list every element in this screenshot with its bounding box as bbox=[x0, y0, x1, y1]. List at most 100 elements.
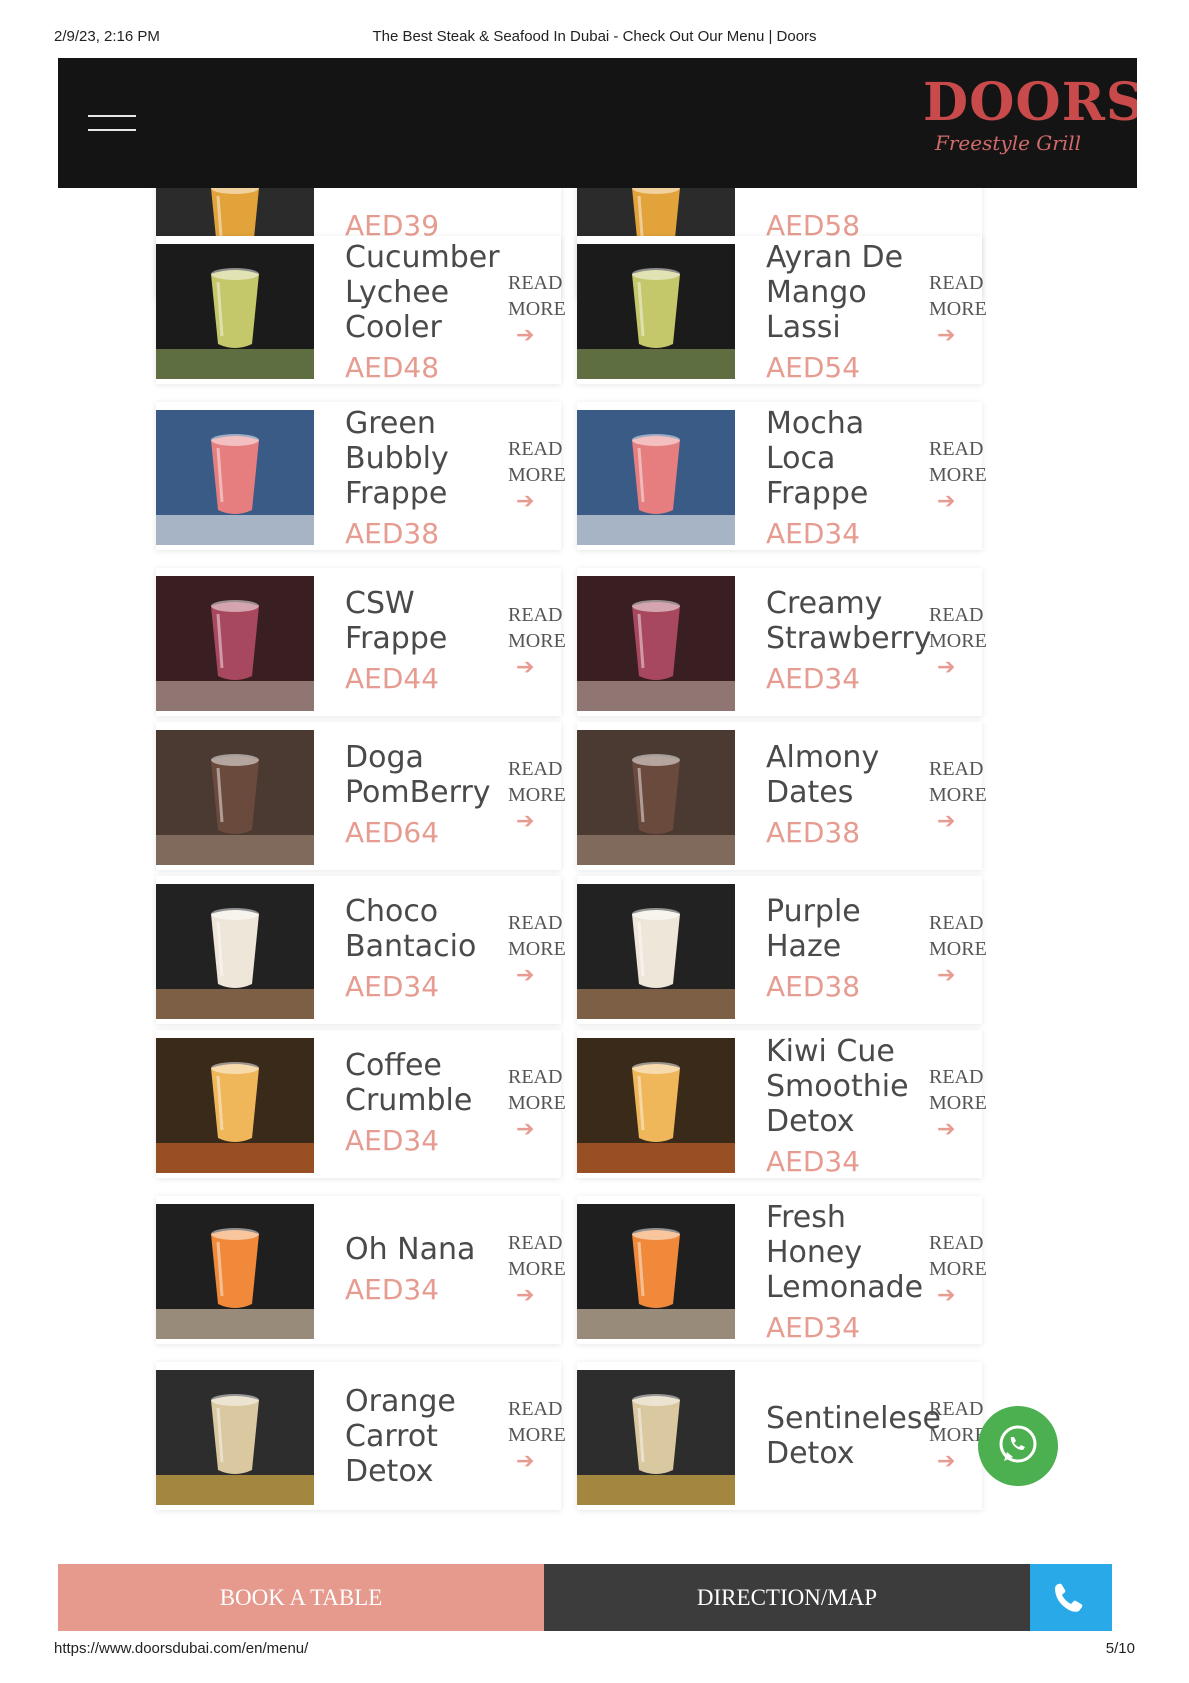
menu-item-image[interactable] bbox=[577, 1038, 735, 1173]
read-more-line2: MORE bbox=[929, 464, 987, 486]
print-footer: https://www.doorsdubai.com/en/menu/ 5/10 bbox=[54, 1640, 1135, 1662]
menu-item-price: AED38 bbox=[766, 970, 861, 1003]
logo-tagline: Freestyle Grill bbox=[934, 131, 1082, 155]
drink-photo bbox=[577, 884, 735, 1019]
read-more-link[interactable]: READ MORE ➔ bbox=[929, 910, 999, 988]
menu-item-price: AED64 bbox=[345, 816, 440, 849]
menu-item-card[interactable]: Fresh Honey Lemonade AED34 READ MORE ➔ bbox=[577, 1196, 987, 1344]
menu-item-price: AED48 bbox=[345, 351, 440, 384]
read-more-link[interactable]: READ MORE ➔ bbox=[929, 1230, 999, 1308]
menu-item-image[interactable] bbox=[156, 884, 314, 1019]
read-more-line1: READ bbox=[508, 1398, 563, 1420]
menu-item-card[interactable]: Choco Bantacio AED34 READ MORE ➔ bbox=[156, 876, 566, 1024]
menu-item-image[interactable] bbox=[156, 244, 314, 379]
menu-item-price: AED34 bbox=[766, 1145, 861, 1178]
menu-item-card[interactable]: Doga PomBerry AED64 READ MORE ➔ bbox=[156, 722, 566, 870]
menu-item-image[interactable] bbox=[156, 1370, 314, 1505]
menu-item-image[interactable] bbox=[577, 244, 735, 379]
menu-item-image[interactable] bbox=[156, 1038, 314, 1173]
read-more-line1: READ bbox=[929, 272, 984, 294]
menu-item-image[interactable] bbox=[577, 1204, 735, 1339]
menu-item-price: AED34 bbox=[766, 1311, 861, 1344]
read-more-line1: READ bbox=[508, 1066, 563, 1088]
call-button[interactable] bbox=[1030, 1564, 1112, 1631]
read-more-link[interactable]: READ MORE ➔ bbox=[508, 270, 578, 348]
menu-item-card[interactable]: Orange Carrot Detox READ MORE ➔ bbox=[156, 1362, 566, 1510]
direction-map-button[interactable]: DIRECTION/MAP bbox=[544, 1564, 1030, 1631]
menu-item-card[interactable]: Purple Haze AED38 READ MORE ➔ bbox=[577, 876, 987, 1024]
menu-item-image[interactable] bbox=[156, 576, 314, 711]
menu-item-card[interactable]: Ayran De Mango Lassi AED54 READ MORE ➔ bbox=[577, 236, 987, 384]
menu-item-image[interactable] bbox=[156, 410, 314, 545]
menu-item-card[interactable]: Creamy Strawberry AED34 READ MORE ➔ bbox=[577, 568, 987, 716]
menu-item-card[interactable]: Coffee Crumble AED34 READ MORE ➔ bbox=[156, 1030, 566, 1178]
read-more-link[interactable]: READ MORE ➔ bbox=[929, 436, 999, 514]
read-more-line1: READ bbox=[929, 1232, 984, 1254]
menu-item-card[interactable]: Mocha Loca Frappe AED34 READ MORE ➔ bbox=[577, 402, 987, 550]
read-more-line2: MORE bbox=[929, 630, 987, 652]
menu-item-image[interactable] bbox=[577, 1370, 735, 1505]
read-more-line1: READ bbox=[508, 438, 563, 460]
arrow-right-icon: ➔ bbox=[516, 1116, 535, 1141]
read-more-line2: MORE bbox=[508, 1258, 566, 1280]
drink-photo bbox=[577, 1370, 735, 1505]
whatsapp-button[interactable] bbox=[978, 1406, 1058, 1486]
arrow-right-icon: ➔ bbox=[516, 322, 535, 347]
menu-item-image[interactable] bbox=[156, 1204, 314, 1339]
drink-photo bbox=[577, 1038, 735, 1173]
read-more-link[interactable]: READ MORE ➔ bbox=[508, 756, 578, 834]
read-more-link[interactable]: READ MORE ➔ bbox=[508, 1230, 578, 1308]
arrow-right-icon: ➔ bbox=[937, 1116, 956, 1141]
read-more-line1: READ bbox=[929, 604, 984, 626]
menu-item-card[interactable]: Sentinelese Detox READ MORE ➔ bbox=[577, 1362, 987, 1510]
read-more-link[interactable]: READ MORE ➔ bbox=[929, 270, 999, 348]
read-more-link[interactable]: READ MORE ➔ bbox=[508, 910, 578, 988]
read-more-line1: READ bbox=[508, 912, 563, 934]
menu-item-card[interactable]: Green Bubbly Frappe AED38 READ MORE ➔ bbox=[156, 402, 566, 550]
read-more-link[interactable]: READ MORE ➔ bbox=[508, 1064, 578, 1142]
read-more-line1: READ bbox=[508, 1232, 563, 1254]
read-more-line2: MORE bbox=[508, 1092, 566, 1114]
logo-wordmark: DOORS bbox=[923, 72, 1137, 133]
read-more-link[interactable]: READ MORE ➔ bbox=[929, 1064, 999, 1142]
menu-item-image[interactable] bbox=[156, 730, 314, 865]
drink-photo bbox=[577, 730, 735, 865]
arrow-right-icon: ➔ bbox=[937, 962, 956, 987]
menu-item-price: AED34 bbox=[345, 1272, 440, 1306]
whatsapp-icon bbox=[999, 1425, 1037, 1463]
menu-item-image[interactable] bbox=[577, 576, 735, 711]
site-header: DOORS Freestyle Grill bbox=[58, 58, 1137, 188]
menu-item-card[interactable]: Cucumber Lychee Cooler AED48 READ MORE ➔ bbox=[156, 236, 566, 384]
arrow-right-icon: ➔ bbox=[516, 962, 535, 987]
sticky-action-bar: BOOK A TABLE DIRECTION/MAP bbox=[58, 1564, 1137, 1631]
read-more-line1: READ bbox=[929, 1066, 984, 1088]
menu-item-image[interactable] bbox=[577, 410, 735, 545]
menu-item-card[interactable]: Oh Nana AED34 READ MORE ➔ bbox=[156, 1196, 566, 1344]
drink-photo bbox=[577, 244, 735, 379]
book-table-button[interactable]: BOOK A TABLE bbox=[58, 1564, 544, 1631]
print-url: https://www.doorsdubai.com/en/menu/ bbox=[54, 1640, 309, 1657]
phone-icon bbox=[1055, 1583, 1083, 1612]
arrow-right-icon: ➔ bbox=[937, 1282, 956, 1307]
menu-item-price: AED34 bbox=[766, 517, 861, 550]
menu-item-card[interactable]: CSW Frappe AED44 READ MORE ➔ bbox=[156, 568, 566, 716]
menu-item-card[interactable]: Kiwi Cue Smoothie Detox AED34 READ MORE ➔ bbox=[577, 1030, 987, 1178]
menu-item-price: AED34 bbox=[345, 970, 440, 1003]
menu-item-card[interactable]: Almony Dates AED38 READ MORE ➔ bbox=[577, 722, 987, 870]
arrow-right-icon: ➔ bbox=[937, 654, 956, 679]
read-more-link[interactable]: READ MORE ➔ bbox=[929, 602, 999, 680]
menu-item-image[interactable] bbox=[577, 884, 735, 1019]
read-more-link[interactable]: READ MORE ➔ bbox=[929, 756, 999, 834]
menu-item-image[interactable] bbox=[577, 730, 735, 865]
hamburger-icon[interactable] bbox=[88, 115, 136, 135]
read-more-line1: READ bbox=[508, 604, 563, 626]
drink-photo bbox=[156, 1204, 314, 1339]
read-more-line1: READ bbox=[929, 1398, 984, 1420]
logo[interactable]: DOORS Freestyle Grill bbox=[923, 72, 1137, 166]
read-more-link[interactable]: READ MORE ➔ bbox=[508, 602, 578, 680]
read-more-link[interactable]: READ MORE ➔ bbox=[508, 436, 578, 514]
arrow-right-icon: ➔ bbox=[937, 808, 956, 833]
read-more-line2: MORE bbox=[929, 784, 987, 806]
read-more-link[interactable]: READ MORE ➔ bbox=[508, 1396, 578, 1474]
read-more-line2: MORE bbox=[508, 464, 566, 486]
